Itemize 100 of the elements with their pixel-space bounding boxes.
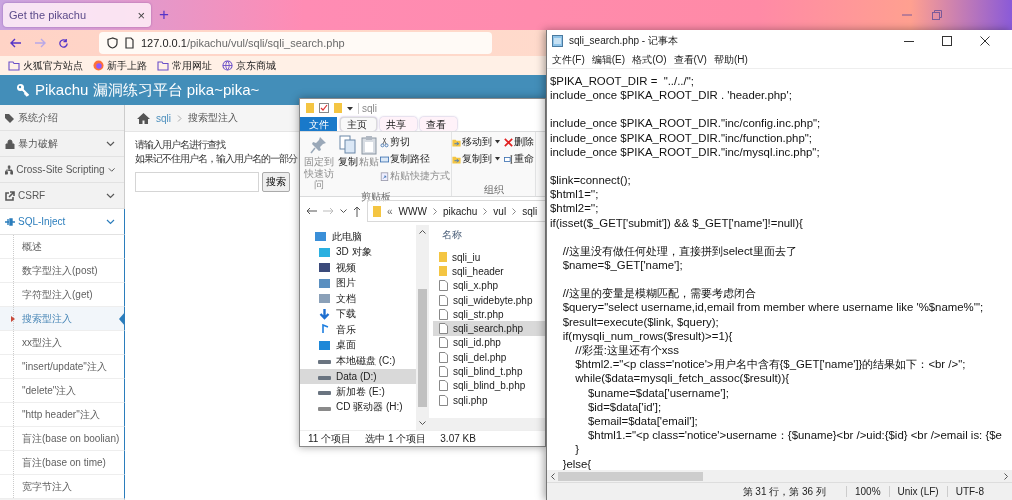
submenu-item[interactable]: xx型注入 — [0, 331, 125, 355]
bookmark[interactable]: 新手上路 — [93, 58, 147, 73]
scroll-right-icon[interactable] — [1004, 472, 1008, 480]
chevron-down-icon[interactable] — [340, 208, 347, 214]
path-bar[interactable]: « WWW pikachu vul sqli — [367, 200, 545, 222]
status-text: 3.07 KB — [440, 433, 476, 444]
column-header[interactable]: 名称 — [433, 226, 545, 244]
submenu-item[interactable]: 概述 — [0, 235, 125, 259]
scroll-left-icon[interactable] — [551, 472, 555, 480]
ribbon-tab[interactable]: 文件 — [300, 117, 337, 131]
document-icon — [318, 293, 331, 305]
submenu-item[interactable]: 盲注(base on time) — [0, 451, 125, 475]
ribbon-button[interactable]: 移动到 — [452, 135, 502, 149]
computer-icon — [314, 231, 327, 243]
nav-pane-item[interactable]: 文档 — [300, 291, 416, 307]
nav-pane-item[interactable]: 下载 — [300, 306, 416, 322]
tag-icon — [5, 112, 15, 123]
home-icon[interactable] — [137, 112, 150, 124]
key-icon — [16, 83, 30, 97]
submenu-item[interactable]: "http header"注入 — [0, 403, 125, 427]
submenu-item[interactable]: "insert/update"注入 — [0, 355, 125, 379]
file-item[interactable]: sqli_x.php — [433, 278, 545, 293]
properties-icon[interactable] — [319, 103, 329, 113]
film-icon — [318, 262, 331, 274]
code-line: $query="select username,id,email from member where username like '%$name%'"; — [561, 300, 985, 315]
submenu-item[interactable]: 盲注(base on boolian) — [0, 427, 125, 451]
new-tab-button[interactable]: + — [159, 5, 169, 25]
ribbon-tab[interactable]: 查看 — [420, 117, 457, 131]
submenu-item[interactable]: 数字型注入(post) — [0, 259, 125, 283]
scrollbar[interactable] — [547, 470, 1012, 482]
submenu-item[interactable]: 宽字节注入 — [0, 475, 125, 499]
minimize-icon[interactable] — [904, 40, 914, 42]
search-field[interactable] — [135, 172, 259, 192]
ribbon-button[interactable]: 复制路径 — [380, 152, 450, 166]
sidebar-item[interactable]: SQL-Inject — [0, 209, 125, 235]
code-line: //彩蛋:这里还有个xss — [574, 343, 680, 358]
sidebar-item[interactable]: Cross-Site Scripting — [0, 157, 124, 183]
menu-item[interactable]: 查看(V) — [673, 53, 707, 67]
reload-icon[interactable] — [58, 37, 69, 49]
status-text: UTF-8 — [946, 486, 992, 497]
address-bar[interactable]: 127.0.0.1/pikachu/vul/sqli/sqli_search.php — [99, 32, 492, 54]
file-item[interactable]: sqli_blind_b.php — [433, 378, 545, 393]
scroll-down-icon[interactable] — [419, 421, 426, 425]
scrollbar[interactable] — [416, 225, 429, 430]
nav-pane-item[interactable]: 本地磁盘 (C:) — [300, 353, 416, 369]
file-item[interactable]: sqli_str.php — [433, 307, 545, 322]
browser-tab[interactable]: Get the pikachu × — [3, 3, 151, 27]
close-icon[interactable] — [980, 36, 990, 46]
globe-icon — [222, 60, 233, 71]
nav-pane-item[interactable]: 桌面 — [300, 337, 416, 353]
search-button[interactable]: 搜索 — [262, 172, 290, 192]
back-arrow-icon[interactable] — [306, 207, 317, 215]
maximize-icon[interactable] — [942, 36, 952, 46]
bookmark[interactable]: 京东商城 — [222, 58, 276, 73]
file-item[interactable]: sqli_iu — [433, 250, 545, 265]
scrollbar[interactable] — [429, 418, 545, 430]
nav-pane-item[interactable]: 音乐 — [300, 322, 416, 338]
file-item[interactable]: sqli_blind_t.php — [433, 364, 545, 379]
menu-item[interactable]: 帮助(H) — [713, 53, 748, 67]
scroll-up-icon[interactable] — [419, 230, 426, 234]
back-arrow-icon[interactable] — [10, 38, 22, 48]
up-arrow-icon[interactable] — [353, 205, 361, 217]
code-line: //这里的变量是模糊匹配，需要考虑闭合 — [561, 286, 757, 301]
ribbon-button[interactable]: 剪切 — [380, 135, 450, 149]
menu-item[interactable]: 文件(F) — [552, 53, 585, 67]
menu-item[interactable]: 编辑(E) — [591, 53, 626, 67]
nav-pane-item[interactable]: 新加卷 (E:) — [300, 384, 416, 400]
sidebar-item[interactable]: 暴力破解 — [0, 131, 124, 157]
menu-item[interactable]: 格式(O) — [632, 53, 667, 67]
file-icon — [439, 380, 448, 392]
ribbon-button[interactable]: 重命 — [504, 152, 534, 166]
ribbon-button[interactable]: 复制 — [338, 135, 358, 190]
file-item[interactable]: sqli_widebyte.php — [433, 292, 545, 308]
ribbon-button[interactable]: 删除 — [504, 135, 534, 149]
status-text: 11 个项目 — [308, 431, 352, 446]
ribbon-tab[interactable]: 共享 — [380, 117, 417, 131]
file-item[interactable]: sqli_del.php — [433, 350, 545, 365]
folder-icon — [306, 103, 314, 113]
file-item[interactable]: sqli_id.php — [433, 335, 545, 351]
sidebar-item[interactable]: 系统介绍 — [0, 105, 124, 131]
nav-pane-item[interactable]: CD 驱动器 (H:) — [300, 399, 416, 415]
pin-icon — [309, 135, 328, 155]
submenu-item[interactable]: 字符型注入(get) — [0, 283, 125, 307]
file-item[interactable]: sqli_header — [433, 264, 545, 279]
nav-pane-item[interactable]: 此电脑 — [300, 229, 416, 245]
nav-pane-item[interactable]: 视频 — [300, 260, 416, 276]
ribbon-tab[interactable]: 主页 — [340, 117, 377, 131]
file-item[interactable]: sqli_search.php — [433, 321, 545, 336]
submenu-item[interactable]: 搜索型注入 — [0, 307, 125, 331]
bookmark[interactable]: 火狐官方站点 — [8, 58, 83, 73]
nav-pane-item[interactable]: Data (D:) — [300, 368, 416, 384]
bookmark[interactable]: 常用网址 — [157, 58, 212, 73]
path-icon — [380, 153, 389, 165]
lock-icon — [5, 138, 15, 149]
close-tab-button[interactable]: × — [137, 7, 145, 23]
ribbon-button[interactable]: 复制到 — [452, 152, 502, 166]
file-item[interactable]: sqli.php — [433, 392, 545, 408]
submenu-item[interactable]: "delete"注入 — [0, 379, 125, 403]
nav-pane-item[interactable]: 图片 — [300, 275, 416, 291]
nav-pane-item[interactable]: 3D 对象 — [300, 244, 416, 260]
